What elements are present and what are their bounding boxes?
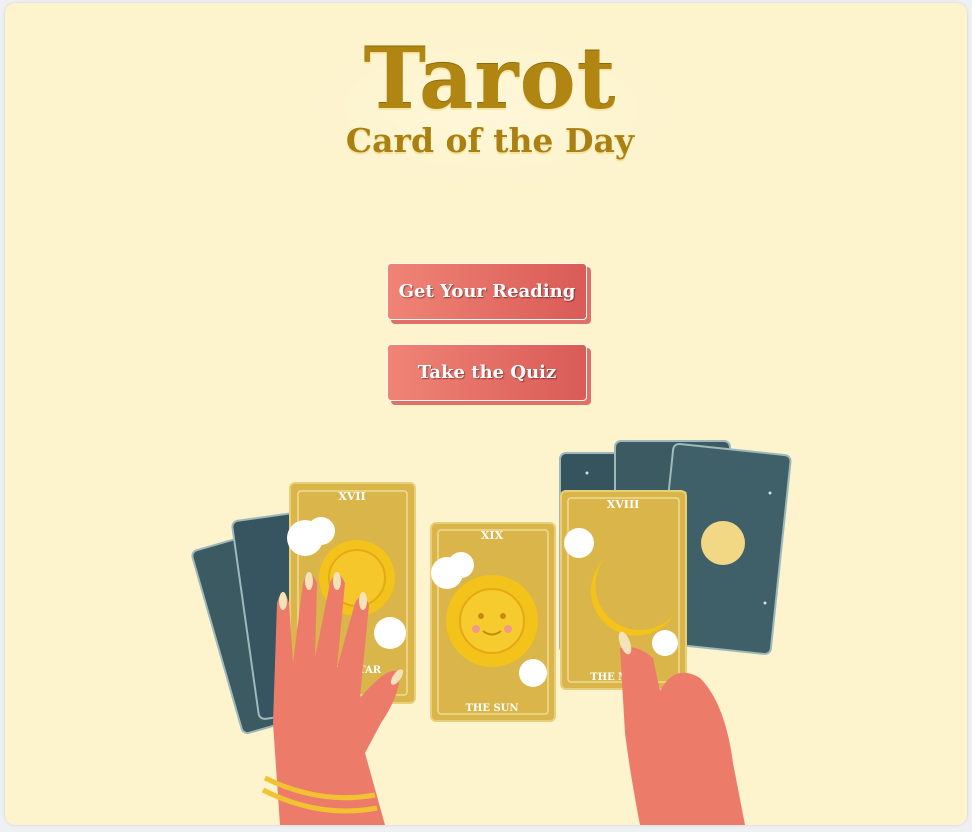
take-quiz-button[interactable]: Take the Quiz [387, 344, 587, 401]
page-subtitle: Card of the Day [345, 121, 635, 160]
sun-icon [446, 575, 538, 667]
card-center-numeral: XIX [481, 529, 504, 542]
card-right-numeral: XVIII [607, 498, 640, 511]
page-title: Tarot [363, 29, 617, 128]
app-logo: Tarot Card of the Day [307, 33, 673, 183]
tarot-hands-illustration: XVII THE STAR XIX [185, 433, 805, 825]
get-reading-button[interactable]: Get Your Reading [387, 263, 587, 320]
tarot-card-sun: XIX THE SUN [430, 522, 556, 722]
card-center-name: THE SUN [465, 703, 518, 714]
card-left-numeral: XVII [338, 490, 365, 503]
landing-page: Tarot Card of the Day Get Your Reading T… [5, 3, 967, 825]
